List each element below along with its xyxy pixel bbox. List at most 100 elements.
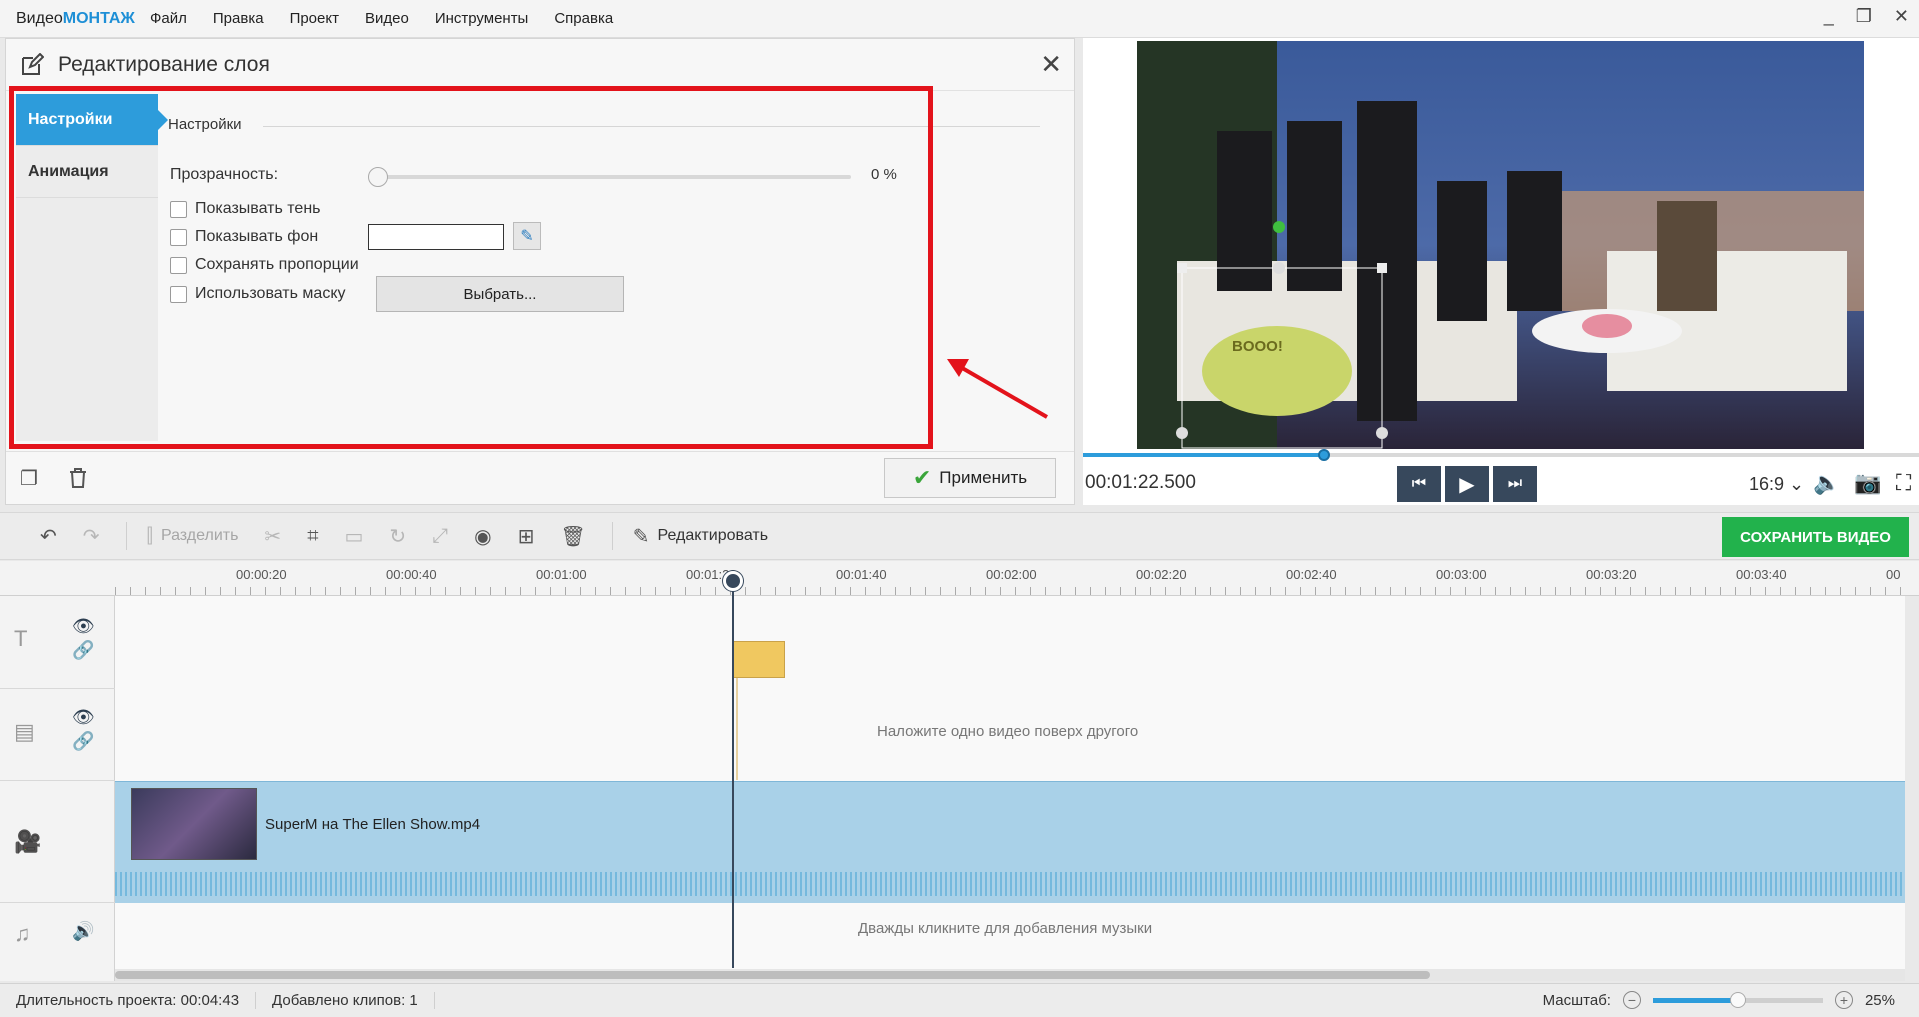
ruler-label: 00:03:20 xyxy=(1586,567,1637,582)
ruler-label: 00:02:40 xyxy=(1286,567,1337,582)
zoom-out-icon[interactable]: − xyxy=(1622,991,1641,1009)
project-duration: Длительность проекта: 00:04:43 xyxy=(0,992,257,1009)
video-thumbnail xyxy=(131,788,257,860)
video-frame[interactable]: BOOO! xyxy=(1137,41,1864,449)
video-clip-name: SuperM на The Ellen Show.mp4 xyxy=(265,816,481,833)
close-panel-icon[interactable]: ✕ xyxy=(1040,49,1062,80)
audio-waveform xyxy=(115,872,1905,896)
zoom-control: Масштаб: − + 25% xyxy=(1543,991,1895,1009)
panel-footer: ❐ ✔ Применить xyxy=(6,451,1074,504)
status-bar: Длительность проекта: 00:04:43 Добавлено… xyxy=(0,983,1919,1017)
eye-icon[interactable]: 👁 xyxy=(72,616,95,637)
music-track-header: ♫ 🔊 xyxy=(0,903,115,981)
checkmark-icon: ✔ xyxy=(912,465,932,490)
app-logo: ВидеоМОНТАЖ xyxy=(16,9,135,27)
video-scene: BOOO! xyxy=(1137,41,1864,449)
svg-text:BOOO!: BOOO! xyxy=(1232,338,1283,355)
apply-button[interactable]: ✔ Применить xyxy=(884,458,1056,498)
split-icon[interactable]: ⫿ xyxy=(147,525,153,548)
camera-icon[interactable]: 📷 xyxy=(1854,470,1881,496)
playhead-line[interactable] xyxy=(732,573,734,968)
ruler-ticks xyxy=(115,587,1910,595)
sticker-clip[interactable] xyxy=(733,641,785,678)
edit-button[interactable]: Редактировать xyxy=(658,527,769,545)
ruler-label: 00:02:20 xyxy=(1136,567,1187,582)
ruler-label: 00:03:40 xyxy=(1736,567,1787,582)
ruler-label: 00 xyxy=(1886,567,1901,582)
minimize-icon[interactable]: _ xyxy=(1824,6,1834,27)
timeline-ruler[interactable]: 00:00:20 00:00:40 00:01:00 00:01:20 00:0… xyxy=(0,561,1919,596)
playhead-handle[interactable] xyxy=(723,571,743,591)
zoom-value: 25% xyxy=(1864,991,1895,1009)
previous-frame-icon[interactable]: ⏮ xyxy=(1397,466,1441,502)
video-preview: BOOO! 00:01:22.500 ⏮ ▶ ⏭ 16:9 ⌄ 🔈 📷 ⛶ xyxy=(1083,38,1919,505)
annotation-arrow-icon xyxy=(947,359,1049,419)
redo-icon[interactable]: ↷ xyxy=(83,524,100,549)
next-frame-icon[interactable]: ⏭ xyxy=(1493,466,1537,502)
rotate-icon[interactable]: ↻ xyxy=(389,524,406,549)
overlay-track-header: ▤ 👁 🔗 xyxy=(0,689,115,781)
zoom-slider[interactable] xyxy=(1652,991,1823,1008)
link-icon[interactable]: 🔗 xyxy=(72,731,94,752)
delete-icon[interactable]: 🗑 xyxy=(560,524,585,549)
panel-header: Редактирование слоя xyxy=(6,39,1074,91)
effects-icon[interactable]: ◉ xyxy=(474,524,491,549)
ruler-label: 00:02:00 xyxy=(986,567,1037,582)
duplicate-icon[interactable]: ❐ xyxy=(20,466,38,491)
overlay-hint: Наложите одно видео поверх другого xyxy=(877,723,1139,740)
ruler-label: 00:01:00 xyxy=(536,567,587,582)
zoom-slider-thumb[interactable] xyxy=(1729,991,1746,1008)
fullscreen-icon[interactable]: ⛶ xyxy=(1896,470,1911,496)
track-headers: T 👁 🔗 ▤ 👁 🔗 🎥 ♫ 🔊 xyxy=(0,596,115,981)
maximize-icon[interactable]: ❐ xyxy=(1856,6,1872,27)
apply-label: Применить xyxy=(939,468,1028,487)
speaker-icon[interactable]: 🔊 xyxy=(72,921,94,942)
video-clip[interactable]: SuperM на The Ellen Show.mp4 xyxy=(115,781,1905,903)
frame-icon[interactable]: ▭ xyxy=(344,524,363,549)
play-icon[interactable]: ▶ xyxy=(1445,466,1489,502)
timecode: 00:01:22.500 xyxy=(1085,472,1196,493)
close-window-icon[interactable]: ✕ xyxy=(1894,6,1909,27)
ruler-label: 00:01:40 xyxy=(836,567,887,582)
resize-icon[interactable]: ⤢ xyxy=(432,525,448,548)
trash-icon[interactable] xyxy=(68,467,88,489)
scissors-icon[interactable]: ✂ xyxy=(264,524,281,549)
video-camera-icon: 🎥 xyxy=(14,829,42,854)
text-track-icon: T xyxy=(14,626,28,651)
edit-pen-icon[interactable]: ✎ xyxy=(633,524,650,549)
film-icon: ▤ xyxy=(14,719,35,744)
preview-progress-knob[interactable] xyxy=(1318,449,1331,461)
sticker-clip-tail xyxy=(736,678,738,780)
scrollbar-thumb[interactable] xyxy=(115,971,1430,979)
toolbar-divider xyxy=(125,522,127,550)
panel-title: Редактирование слоя xyxy=(58,52,270,76)
edit-toolbar: ↶ ↷ ⫿ Разделить ✂ ⌗ ▭ ↻ ⤢ ◉ ⊞ 🗑 ✎ Редакт… xyxy=(0,512,1919,560)
edit-icon xyxy=(22,52,44,75)
menu-help[interactable]: Справка xyxy=(554,10,613,27)
menu-file[interactable]: Файл xyxy=(150,10,187,27)
crop-icon[interactable]: ⌗ xyxy=(307,525,318,548)
menu-video[interactable]: Видео xyxy=(365,10,409,27)
menu-bar: ВидеоМОНТАЖ Файл Правка Проект Видео Инс… xyxy=(0,0,1919,38)
split-button[interactable]: Разделить xyxy=(161,527,238,545)
text-track-header: T 👁 🔗 xyxy=(0,596,115,689)
undo-icon[interactable]: ↶ xyxy=(40,524,57,549)
ruler-label: 00:03:00 xyxy=(1436,567,1487,582)
menu-tools[interactable]: Инструменты xyxy=(435,10,529,27)
menu-edit[interactable]: Правка xyxy=(213,10,264,27)
music-hint[interactable]: Дважды кликните для добавления музыки xyxy=(858,920,1152,937)
music-note-icon: ♫ xyxy=(14,921,31,946)
zoom-in-icon[interactable]: + xyxy=(1834,991,1853,1009)
link-icon[interactable]: 🔗 xyxy=(72,640,94,661)
playback-controls: ⏮ ▶ ⏭ xyxy=(1397,466,1537,502)
ruler-label: 00:00:20 xyxy=(236,567,287,582)
save-video-button[interactable]: СОХРАНИТЬ ВИДЕО xyxy=(1722,517,1909,557)
aspect-ratio-select[interactable]: 16:9 ⌄ xyxy=(1749,474,1804,495)
eye-icon[interactable]: 👁 xyxy=(72,707,95,728)
menu-project[interactable]: Проект xyxy=(290,10,339,27)
volume-icon[interactable]: 🔈 xyxy=(1813,470,1840,496)
timeline-scrollbar[interactable] xyxy=(115,969,1905,981)
add-clip-icon[interactable]: ⊞ xyxy=(518,524,535,549)
preview-progress-fill xyxy=(1083,453,1326,457)
ruler-label: 00:00:40 xyxy=(386,567,437,582)
